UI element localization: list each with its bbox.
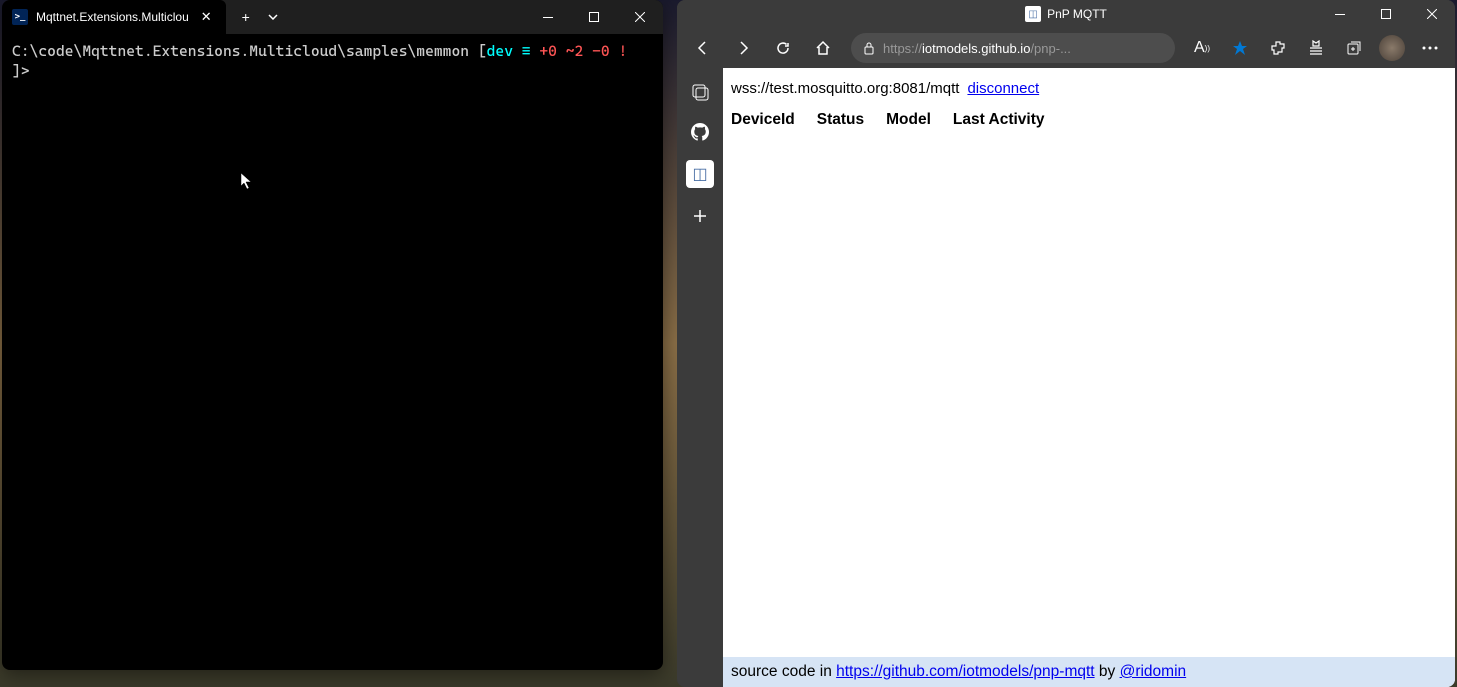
prompt-tilde: ~2 — [566, 42, 584, 60]
browser-title-text: PnP MQTT — [1047, 7, 1107, 21]
browser-window: ◫ PnP MQTT — [677, 0, 1455, 687]
sidebar-pnp-icon[interactable]: ◫ — [686, 160, 714, 188]
profile-avatar-icon[interactable] — [1375, 32, 1409, 64]
terminal-window: >_ Mqttnet.Extensions.Multiclou ✕ + C:\c… — [2, 0, 663, 670]
url-host: iotmodels.github.io — [922, 41, 1030, 56]
sidebar-add-icon[interactable] — [688, 204, 712, 228]
connection-url: wss://test.mosquitto.org:8081/mqtt — [731, 80, 959, 97]
refresh-button[interactable] — [765, 32, 801, 64]
footer-repo-link[interactable]: https://github.com/iotmodels/pnp-mqtt — [836, 663, 1094, 680]
close-tab-icon[interactable]: ✕ — [197, 7, 216, 27]
terminal-tab[interactable]: >_ Mqttnet.Extensions.Multiclou ✕ — [2, 0, 226, 34]
prompt-plus: +0 — [539, 42, 557, 60]
page-body-empty — [723, 141, 1455, 657]
terminal-prompt-arrow-line: ]> — [12, 62, 653, 82]
disconnect-link[interactable]: disconnect — [967, 80, 1039, 97]
footer-prefix: source code in — [731, 663, 836, 680]
sidebar-github-icon[interactable] — [688, 120, 712, 144]
collections-icon[interactable] — [1337, 32, 1371, 64]
browser-toolbar: https://iotmodels.github.io/pnp-... A)) — [677, 28, 1455, 68]
browser-title: ◫ PnP MQTT — [1025, 6, 1107, 22]
url-path: /pnp-... — [1030, 41, 1070, 56]
new-tab-button[interactable]: + — [234, 5, 258, 29]
browser-window-controls — [1317, 0, 1455, 28]
maximize-button[interactable] — [571, 0, 617, 34]
close-button[interactable] — [617, 0, 663, 34]
forward-button[interactable] — [725, 32, 761, 64]
back-button[interactable] — [685, 32, 721, 64]
prompt-equals: ≡ — [522, 42, 531, 60]
prompt-arrow: ]> — [12, 62, 30, 80]
page-content: wss://test.mosquitto.org:8081/mqtt disco… — [723, 68, 1455, 687]
footer-author-link[interactable]: @ridomin — [1120, 663, 1187, 680]
prompt-excl: ! — [619, 42, 628, 60]
more-menu-icon[interactable] — [1413, 32, 1447, 64]
url-text: https://iotmodels.github.io/pnp-... — [883, 41, 1071, 56]
terminal-prompt-line: C:\code\Mqttnet.Extensions.Multicloud\sa… — [12, 42, 653, 62]
favorite-star-icon[interactable] — [1223, 32, 1257, 64]
mouse-cursor-icon — [240, 172, 254, 190]
browser-maximize-button[interactable] — [1363, 0, 1409, 28]
terminal-window-controls — [525, 0, 663, 34]
tab-dropdown-icon[interactable] — [260, 10, 286, 24]
powershell-icon: >_ — [12, 9, 28, 25]
pnp-favicon-icon: ◫ — [1025, 6, 1041, 22]
browser-main: ◫ wss://test.mosquitto.org:8081/mqtt dis… — [677, 68, 1455, 687]
device-table: DeviceId Status Model Last Activity — [731, 111, 1447, 129]
device-table-header: DeviceId Status Model Last Activity — [731, 111, 1447, 129]
browser-titlebar[interactable]: ◫ PnP MQTT — [677, 0, 1455, 28]
prompt-path: C:\code\Mqttnet.Extensions.Multicloud\sa… — [12, 42, 469, 60]
page-footer: source code in https://github.com/iotmod… — [723, 657, 1455, 687]
footer-by: by — [1095, 663, 1120, 680]
read-aloud-icon[interactable]: A)) — [1185, 32, 1219, 64]
terminal-titlebar: >_ Mqttnet.Extensions.Multiclou ✕ + — [2, 0, 663, 34]
header-last-activity: Last Activity — [953, 111, 1045, 129]
browser-minimize-button[interactable] — [1317, 0, 1363, 28]
terminal-tab-title: Mqttnet.Extensions.Multiclou — [36, 10, 189, 24]
header-status: Status — [817, 111, 864, 129]
extensions-icon[interactable] — [1261, 32, 1295, 64]
address-bar[interactable]: https://iotmodels.github.io/pnp-... — [851, 33, 1175, 63]
prompt-bracket-open: [ — [478, 42, 487, 60]
prompt-minus: -0 — [592, 42, 610, 60]
minimize-button[interactable] — [525, 0, 571, 34]
lock-icon — [863, 41, 875, 55]
browser-close-button[interactable] — [1409, 0, 1455, 28]
header-device-id: DeviceId — [731, 111, 795, 129]
favorites-list-icon[interactable] — [1299, 32, 1333, 64]
sidebar-tabs-icon[interactable] — [688, 80, 712, 104]
terminal-body[interactable]: C:\code\Mqttnet.Extensions.Multicloud\sa… — [2, 34, 663, 89]
url-protocol: https:// — [883, 41, 922, 56]
home-button[interactable] — [805, 32, 841, 64]
prompt-branch: dev — [487, 42, 513, 60]
edge-sidebar: ◫ — [677, 68, 723, 687]
connection-info: wss://test.mosquitto.org:8081/mqtt disco… — [731, 80, 1447, 97]
tab-controls: + — [226, 5, 286, 29]
header-model: Model — [886, 111, 931, 129]
page-top: wss://test.mosquitto.org:8081/mqtt disco… — [723, 68, 1455, 141]
